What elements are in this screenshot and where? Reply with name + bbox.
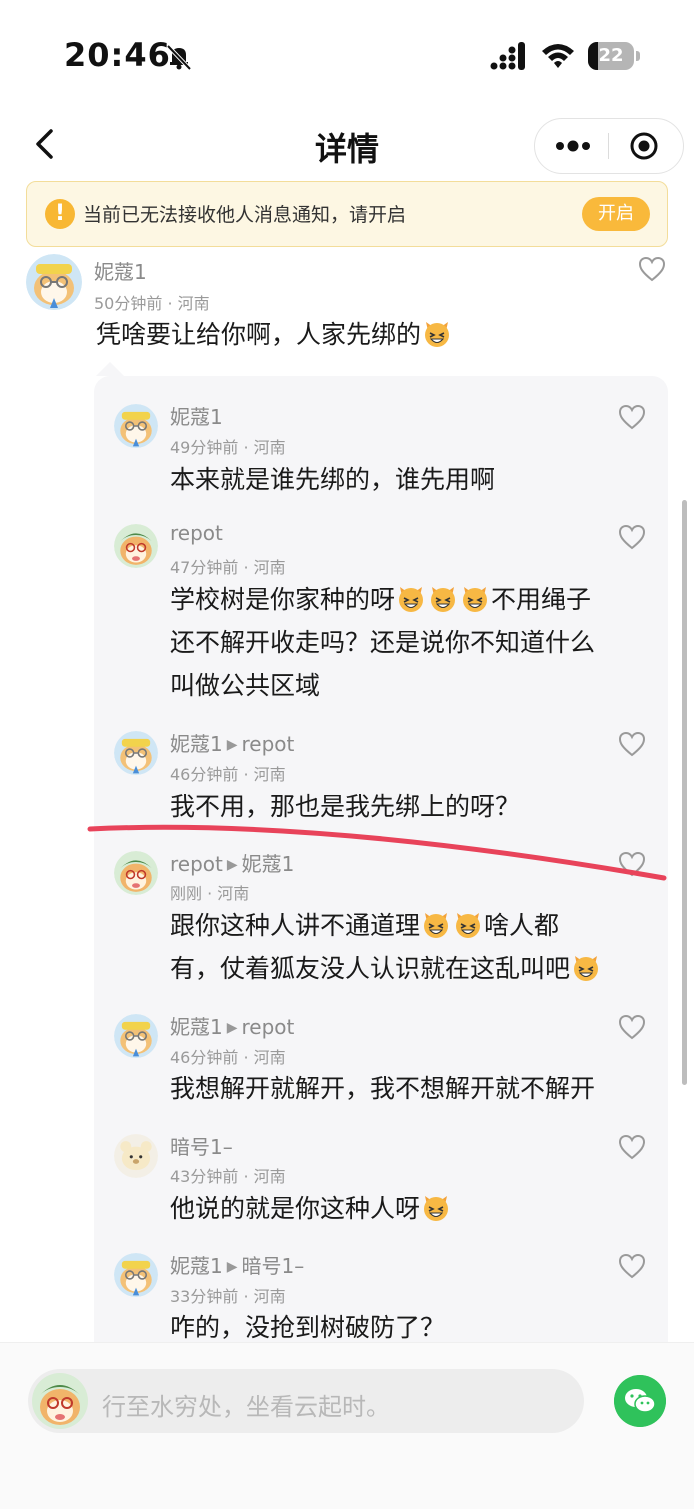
reply-username[interactable]: repot xyxy=(170,852,223,876)
reply-text-line: 啥人都 xyxy=(484,911,560,940)
reply-username[interactable]: 妮蔻1 xyxy=(170,401,223,430)
reply-text-row: 有，仗着狐友没人认识就在这乱叫吧 xyxy=(170,947,602,990)
like-heart-icon[interactable] xyxy=(618,404,646,430)
my-avatar xyxy=(32,1373,88,1429)
reply-meta: 33分钟前 · 河南 xyxy=(170,1287,286,1306)
notification-notice: ! 当前已无法接收他人消息通知，请开启 开启 xyxy=(26,181,668,247)
reply-text-line: 跟你这种人讲不通道理 xyxy=(170,911,421,940)
wechat-share-icon[interactable] xyxy=(614,1375,666,1427)
mini-program-capsule xyxy=(534,118,684,174)
cat-emoji-icon xyxy=(571,952,601,982)
wifi-icon xyxy=(542,44,574,68)
reply-username[interactable]: 暗号1– xyxy=(170,1131,233,1160)
reply-meta: 46分钟前 · 河南 xyxy=(170,1048,286,1067)
reply-text-line: 不用绳子 xyxy=(491,585,592,614)
reply-text: 他说的就是你这种人呀 xyxy=(170,1187,452,1230)
reply-text-line: 我不用，那也是我先绑上的呀？ xyxy=(170,792,521,821)
reply-text-line: 学校树是你家种的呀 xyxy=(170,585,396,614)
reply-meta: 刚刚 · 河南 xyxy=(170,884,250,903)
reply-avatar[interactable] xyxy=(114,524,158,568)
reply-meta: 43分钟前 · 河南 xyxy=(170,1167,286,1186)
enable-notification-button[interactable]: 开启 xyxy=(582,197,650,231)
reply-text-line: 有，仗着狐友没人认识就在这乱叫吧 xyxy=(170,954,571,983)
reply-text-line: 我想解开就解开，我不想解开就不解开 xyxy=(170,1074,596,1103)
like-heart-icon[interactable] xyxy=(618,731,646,757)
warning-icon: ! xyxy=(45,199,75,229)
status-bar: 20:46 22 xyxy=(0,0,694,110)
cat-emoji-icon xyxy=(421,1192,451,1222)
reply-username[interactable]: 妮蔻1 xyxy=(170,1254,223,1278)
reply-text-line: 还不解开收走吗？还是说你不知道什么 xyxy=(170,628,596,657)
cat-emoji-icon xyxy=(421,909,451,939)
comment-text: 凭啥要让给你啊，人家先绑的 xyxy=(96,313,453,356)
like-heart-icon[interactable] xyxy=(638,256,666,282)
reply-text: 我想解开就解开，我不想解开就不解开 xyxy=(170,1067,595,1110)
comment-text-body: 凭啥要让给你啊，人家先绑的 xyxy=(96,320,422,349)
cat-emoji-icon xyxy=(453,909,483,939)
reply-avatar[interactable] xyxy=(114,404,158,448)
capsule-divider xyxy=(608,133,609,159)
reply-avatar[interactable] xyxy=(114,851,158,895)
reply-avatar[interactable] xyxy=(114,1014,158,1058)
comment-input-placeholder: 行至水穷处，坐看云起时。 xyxy=(102,1393,390,1421)
reply-to-arrow-icon: ▶ xyxy=(226,857,238,873)
reply-to-arrow-icon: ▶ xyxy=(226,737,238,753)
reply-avatar[interactable] xyxy=(114,1134,158,1178)
signal-icon xyxy=(490,42,525,70)
bell-muted-icon xyxy=(166,44,192,71)
reply-text: 本来就是谁先绑的，谁先用啊 xyxy=(170,458,495,501)
close-target-icon[interactable] xyxy=(629,131,659,161)
reply-avatar[interactable] xyxy=(114,1253,158,1297)
reply-to-username[interactable]: 妮蔻1 xyxy=(242,852,295,876)
like-heart-icon[interactable] xyxy=(618,1134,646,1160)
reply-username-line: 妮蔻1 ▶ 暗号1– xyxy=(170,1250,304,1279)
battery-cap xyxy=(636,51,640,61)
cat-emoji-icon xyxy=(428,583,458,613)
reply-username-line: 妮蔻1 ▶ repot xyxy=(170,728,294,757)
reply-to-username[interactable]: 暗号1– xyxy=(242,1254,305,1278)
reply-to-arrow-icon: ▶ xyxy=(226,1259,238,1275)
reply-avatar[interactable] xyxy=(114,731,158,775)
comment-input[interactable]: 行至水穷处，坐看云起时。 xyxy=(28,1369,584,1433)
comment-meta: 50分钟前 · 河南 xyxy=(94,294,210,313)
battery-icon: 22 xyxy=(588,42,634,70)
reply-text-row: 学校树是你家种的呀 不用绳子 xyxy=(170,578,595,621)
reply-username-line: repot ▶ 妮蔻1 xyxy=(170,848,294,877)
reply-meta: 46分钟前 · 河南 xyxy=(170,765,286,784)
reply-text: 学校树是你家种的呀 不用绳子 还不解开收走吗？还是说你不知道什么 叫做公共区域 xyxy=(170,578,595,707)
reply-meta: 49分钟前 · 河南 xyxy=(170,438,286,457)
reply-text-line: 咋的，没抢到树破防了？ xyxy=(170,1313,446,1342)
notice-text: 当前已无法接收他人消息通知，请开启 xyxy=(83,204,407,226)
comment-username[interactable]: 妮蔻1 xyxy=(94,256,147,285)
reply-meta: 47分钟前 · 河南 xyxy=(170,558,286,577)
like-heart-icon[interactable] xyxy=(618,524,646,550)
reply-to-username[interactable]: repot xyxy=(242,1015,295,1039)
reply-text: 我不用，那也是我先绑上的呀？ xyxy=(170,785,520,828)
like-heart-icon[interactable] xyxy=(618,851,646,877)
reply-username[interactable]: 妮蔻1 xyxy=(170,732,223,756)
reply-to-arrow-icon: ▶ xyxy=(226,1020,238,1036)
cat-emoji-icon xyxy=(460,583,490,613)
reply-text-line: 他说的就是你这种人呀 xyxy=(170,1194,421,1223)
reply-text-row: 跟你这种人讲不通道理 啥人都 xyxy=(170,904,602,947)
more-icon[interactable] xyxy=(553,135,593,157)
reply-to-username[interactable]: repot xyxy=(242,732,295,756)
cat-emoji-icon xyxy=(422,318,452,348)
comment-input-bar: 行至水穷处，坐看云起时。 xyxy=(0,1342,694,1509)
reply-text: 跟你这种人讲不通道理 啥人都 有，仗着狐友没人认识就在这乱叫吧 xyxy=(170,904,602,990)
reply-text-line: 叫做公共区域 xyxy=(170,671,321,700)
cat-emoji-icon xyxy=(396,583,426,613)
scrollbar[interactable] xyxy=(682,500,687,1085)
like-heart-icon[interactable] xyxy=(618,1014,646,1040)
reply-text-line: 本来就是谁先绑的，谁先用啊 xyxy=(170,465,496,494)
battery-level: 22 xyxy=(598,45,624,66)
reply-pointer xyxy=(96,362,124,376)
reply-username[interactable]: repot xyxy=(170,521,223,545)
like-heart-icon[interactable] xyxy=(618,1253,646,1279)
reply-username[interactable]: 妮蔻1 xyxy=(170,1015,223,1039)
reply-username-line: 妮蔻1 ▶ repot xyxy=(170,1011,294,1040)
avatar[interactable] xyxy=(26,254,82,310)
status-time: 20:46 xyxy=(64,36,171,74)
nav-bar: 详情 xyxy=(0,110,694,180)
